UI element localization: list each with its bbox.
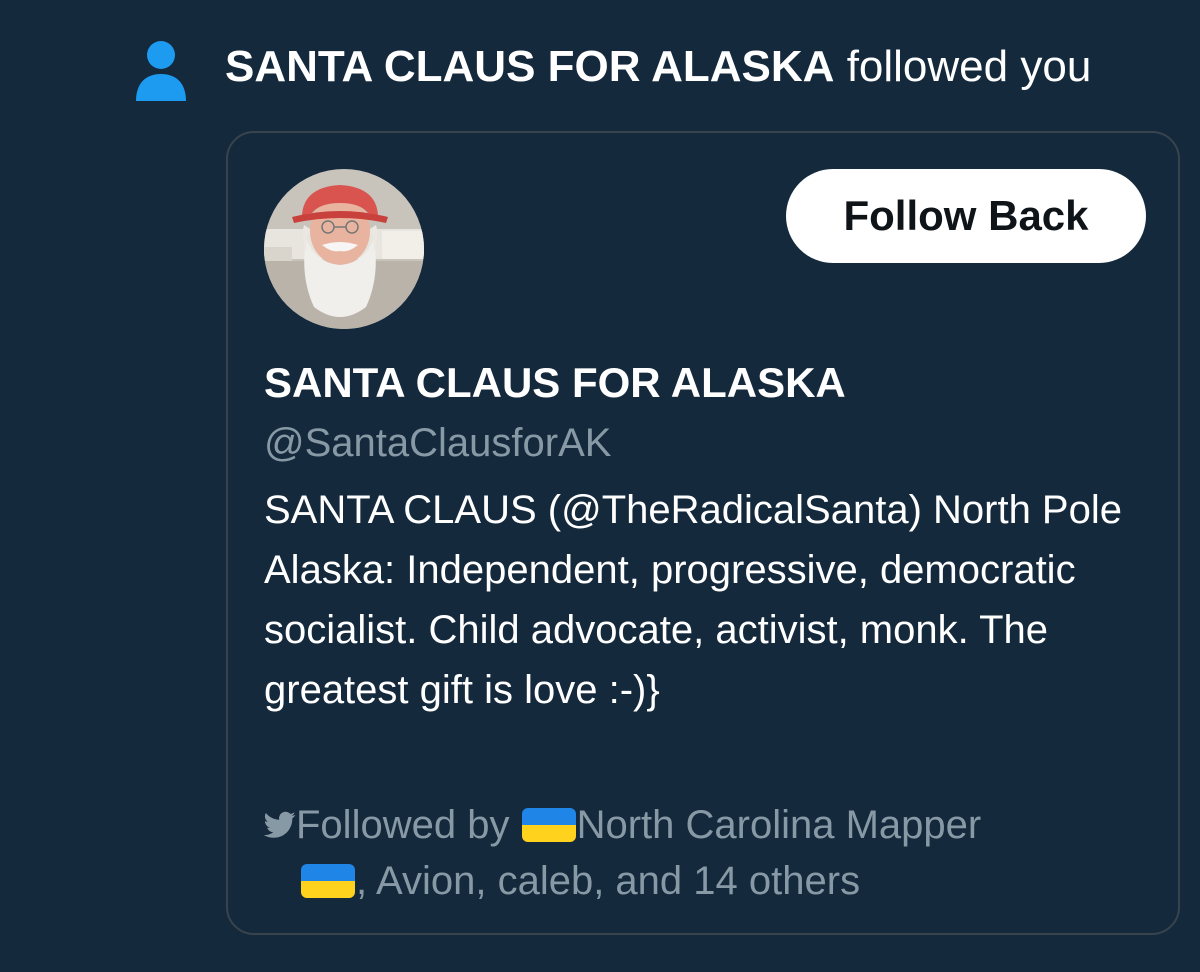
ukraine-flag-icon (301, 864, 355, 898)
ukraine-flag-icon (521, 808, 576, 842)
followed-by-name[interactable]: North Carolina Mapper (577, 803, 982, 847)
twitter-bird-icon (264, 811, 296, 838)
user-bio: SANTA CLAUS (@TheRadicalSanta) North Pol… (264, 488, 1122, 712)
followed-by-line[interactable]: Followed by North Carolina Mapper , Avio… (264, 797, 1124, 909)
notification-text: SANTA CLAUS FOR ALASKA followed you (225, 40, 1091, 94)
user-card[interactable]: Follow Back SANTA CLAUS FOR ALASKA @Sant… (226, 131, 1180, 935)
follow-back-button[interactable]: Follow Back (786, 169, 1146, 263)
avatar[interactable] (264, 169, 424, 329)
person-icon (136, 41, 186, 101)
avatar-image (264, 169, 424, 329)
followed-by-rest-line: , Avion, caleb, and 14 others (264, 853, 1124, 909)
notification-account-name[interactable]: SANTA CLAUS FOR ALASKA (225, 42, 834, 91)
followed-by-prefix: Followed by (296, 803, 510, 847)
followed-by-rest[interactable]: , Avion, caleb, and 14 others (356, 859, 860, 903)
notification-action: followed you (846, 42, 1092, 91)
notification-item[interactable]: SANTA CLAUS FOR ALASKA followed you Foll… (0, 0, 1200, 972)
display-name[interactable]: SANTA CLAUS FOR ALASKA (264, 357, 846, 409)
user-handle[interactable]: @SantaClausforAK (264, 419, 611, 467)
